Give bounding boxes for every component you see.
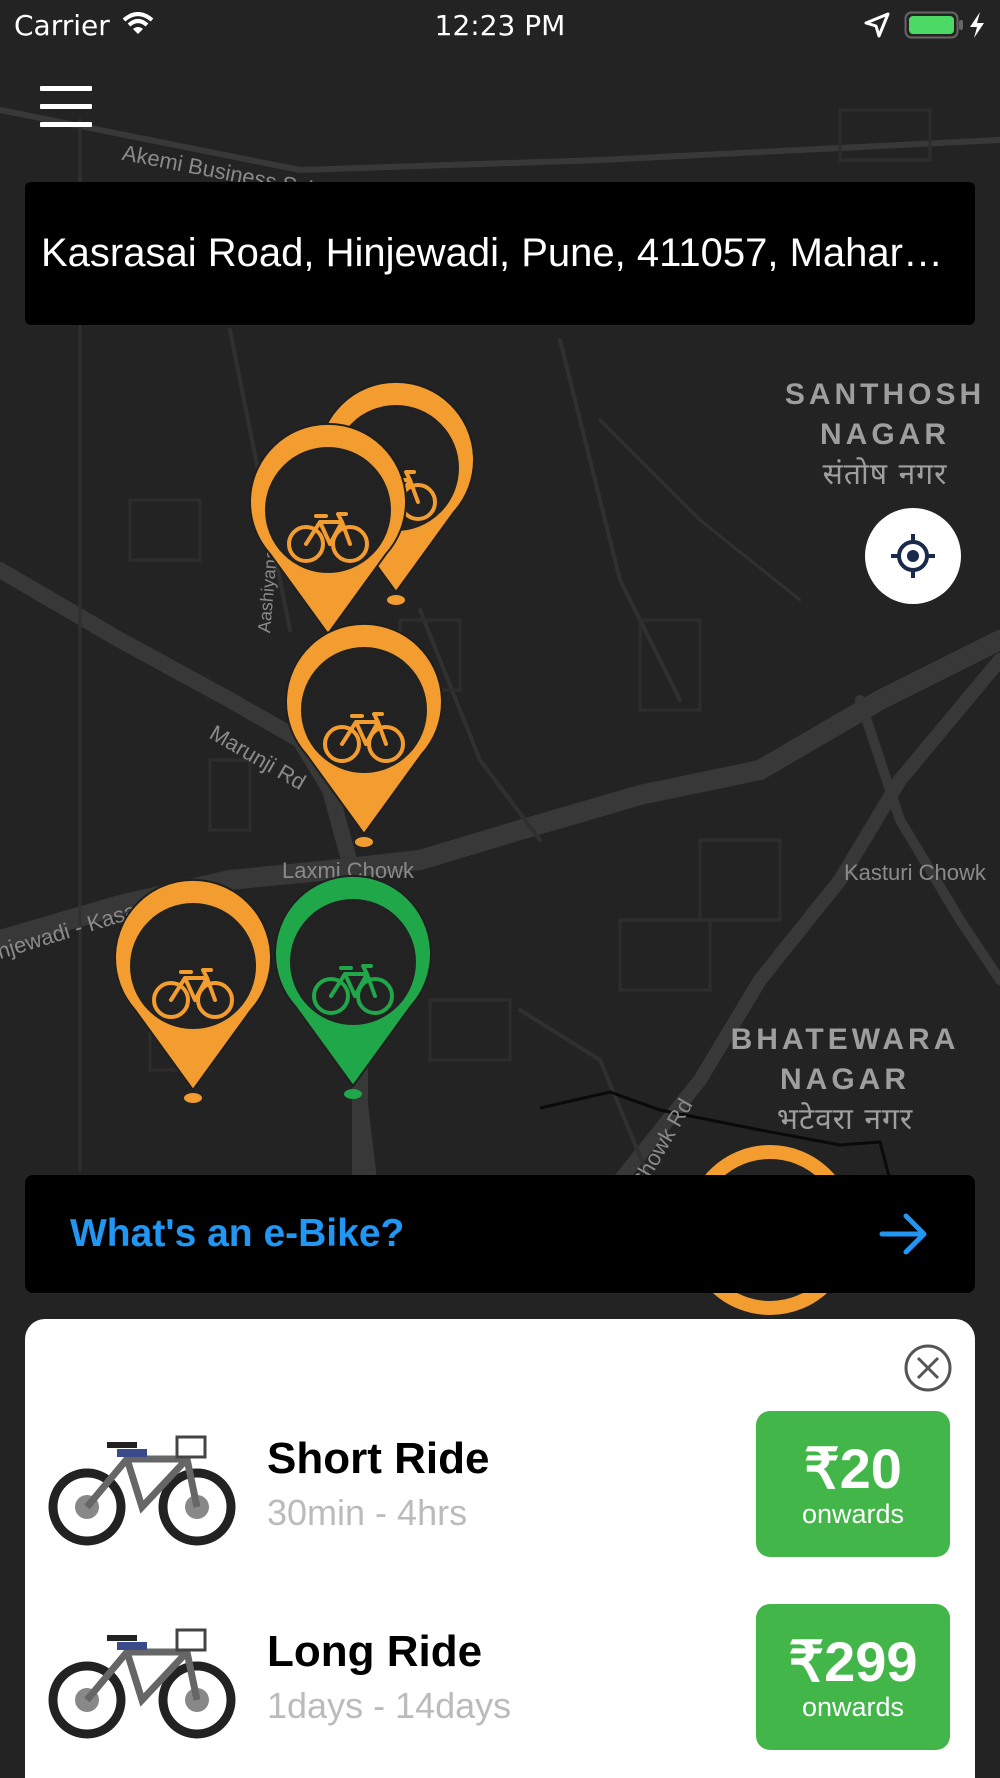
close-icon[interactable]: [903, 1343, 953, 1393]
ebike-info-label: What's an e-Bike?: [70, 1212, 405, 1255]
menu-icon-bar: [40, 86, 92, 91]
charging-icon: [970, 12, 984, 38]
crosshair-icon: [891, 534, 935, 578]
price-amount: ₹299: [788, 1630, 918, 1693]
plan-long-ride[interactable]: Long Ride 1days - 14days ₹299 onwards: [25, 1597, 975, 1757]
bike-pin-selected[interactable]: [274, 874, 432, 1099]
my-location-button[interactable]: [865, 508, 961, 604]
address-search-bar[interactable]: Kasrasai Road, Hinjewadi, Pune, 411057, …: [25, 182, 975, 325]
location-arrow-icon: [864, 12, 890, 38]
long-ride-price-button[interactable]: ₹299 onwards: [756, 1604, 950, 1750]
ebike-image: [48, 1628, 236, 1739]
menu-icon-bar: [40, 104, 92, 109]
plan-duration: 1days - 14days: [267, 1685, 512, 1726]
short-ride-price-button[interactable]: ₹20 onwards: [756, 1411, 950, 1557]
whats-an-ebike-banner[interactable]: What's an e-Bike?: [25, 1175, 975, 1293]
bike-pin-4[interactable]: [114, 878, 272, 1103]
plan-short-ride[interactable]: Short Ride 30min - 4hrs ₹20 onwards: [25, 1404, 975, 1564]
bike-pin-2[interactable]: [249, 422, 407, 647]
ebike-image: [48, 1435, 236, 1546]
battery-icon: [904, 11, 963, 39]
clock: 12:23 PM: [434, 9, 566, 42]
plan-title: Long Ride: [267, 1627, 483, 1676]
plan-duration: 30min - 4hrs: [267, 1492, 468, 1533]
ride-options-sheet: Short Ride 30min - 4hrs ₹20 onwards Long…: [25, 1319, 975, 1778]
menu-icon-bar: [40, 122, 92, 127]
status-bar: Carrier 12:23 PM: [0, 0, 1000, 50]
price-suffix: onwards: [801, 1499, 905, 1529]
menu-button[interactable]: [40, 86, 92, 130]
plan-title: Short Ride: [267, 1434, 490, 1483]
price-suffix: onwards: [801, 1692, 905, 1722]
bike-pin-3[interactable]: [285, 622, 443, 847]
arrow-right-icon[interactable]: [878, 1210, 930, 1258]
price-amount: ₹20: [804, 1437, 902, 1500]
